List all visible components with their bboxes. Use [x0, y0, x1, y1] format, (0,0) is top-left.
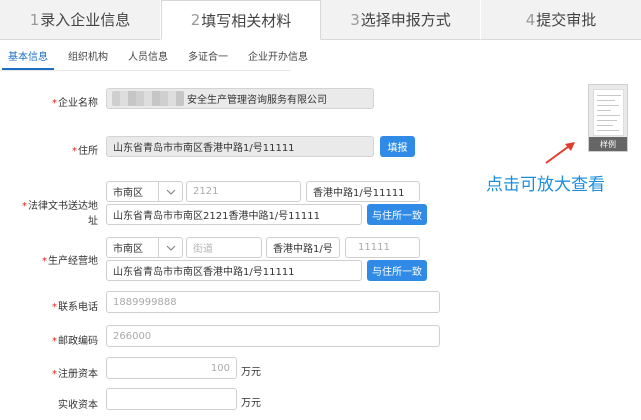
postcode-label: *邮政编码: [52, 336, 98, 347]
biz-same-as-address-button[interactable]: 与住所一致: [367, 260, 427, 281]
subtab-company-setup[interactable]: 企业开办信息: [248, 40, 308, 70]
paid-capital-unit: 万元: [241, 398, 261, 409]
address-label: *住所: [72, 146, 98, 157]
biz-street-input[interactable]: 街道: [186, 237, 262, 258]
chevron-down-icon: [158, 238, 182, 257]
subtab-personnel[interactable]: 人员信息: [128, 40, 168, 70]
reg-capital-label: *注册资本: [52, 369, 98, 380]
sub-tabs: 基本信息 组织机构 人员信息 多证合一 企业开办信息: [0, 40, 641, 70]
reg-capital-unit: 万元: [241, 367, 261, 378]
step-tabs: 1 录入企业信息 2 填写相关材料 3 选择申报方式 4 提交审批: [0, 0, 641, 40]
legal-full-address[interactable]: 山东省青岛市市南区2121香港中路1/号11111: [106, 204, 362, 225]
phone-input[interactable]: 1889999888: [106, 291, 440, 313]
legal-street-input[interactable]: 2121: [186, 181, 301, 202]
postcode-input[interactable]: 266000: [106, 325, 440, 347]
step-3-number: 3: [350, 10, 360, 29]
zoom-hint: 点击可放大查看: [486, 175, 605, 195]
address-field[interactable]: 山东省青岛市市南区香港中路1/号11111: [106, 136, 374, 157]
arrow-icon: [545, 142, 575, 164]
company-name-label: *企业名称: [52, 98, 98, 109]
sample-document-preview: [593, 89, 624, 136]
biz-full-address[interactable]: 山东省青岛市市南区香港中路1/号11111: [106, 260, 362, 281]
address-value: 山东省青岛市市南区香港中路1/号11111: [113, 143, 295, 154]
subtab-divider: [0, 70, 290, 71]
step-1-number: 1: [29, 10, 40, 29]
step-3-label: 选择申报方式: [360, 11, 451, 29]
legal-district-value: 市南区: [113, 188, 143, 199]
subtab-multi-cert[interactable]: 多证合一: [188, 40, 228, 70]
sample-thumbnail[interactable]: 样例: [588, 84, 628, 152]
step-4-tab[interactable]: 4 提交审批: [481, 0, 641, 40]
company-name-value: 安全生产管理咨询服务有限公司: [187, 95, 327, 106]
subtab-organization[interactable]: 组织机构: [68, 40, 108, 70]
sample-tag: 样例: [589, 137, 627, 151]
step-2-number: 2: [190, 11, 201, 29]
biz-district-value: 市南区: [113, 244, 143, 255]
paid-capital-label: 实收资本: [58, 400, 98, 411]
biz-district-select[interactable]: 市南区: [106, 237, 183, 258]
step-4-number: 4: [525, 10, 536, 29]
step-1-tab[interactable]: 1 录入企业信息: [0, 0, 161, 40]
biz-number-input[interactable]: 11111: [345, 237, 420, 258]
redacted-name-block: [112, 91, 184, 106]
fill-address-button[interactable]: 填报: [380, 136, 415, 157]
business-address-label: *生产经营地: [42, 256, 98, 267]
biz-road-input[interactable]: 香港中路1/号: [266, 237, 340, 258]
subtab-basic-info[interactable]: 基本信息: [2, 40, 54, 70]
reg-capital-input[interactable]: 100: [106, 357, 237, 379]
step-3-tab[interactable]: 3 选择申报方式: [321, 0, 481, 40]
phone-label: *联系电话: [52, 302, 98, 313]
step-2-label: 填写相关材料: [201, 11, 292, 30]
paid-capital-input[interactable]: [106, 388, 237, 410]
chevron-down-icon: [158, 182, 182, 201]
step-1-label: 录入企业信息: [40, 11, 131, 29]
step-2-tab[interactable]: 2 填写相关材料: [161, 0, 321, 40]
step-4-label: 提交审批: [536, 11, 597, 29]
legal-address-label: *法律文书送达地址: [22, 201, 98, 227]
legal-road-input[interactable]: 香港中路1/号11111: [306, 181, 420, 202]
legal-district-select[interactable]: 市南区: [106, 181, 183, 202]
legal-same-as-address-button[interactable]: 与住所一致: [367, 204, 427, 225]
